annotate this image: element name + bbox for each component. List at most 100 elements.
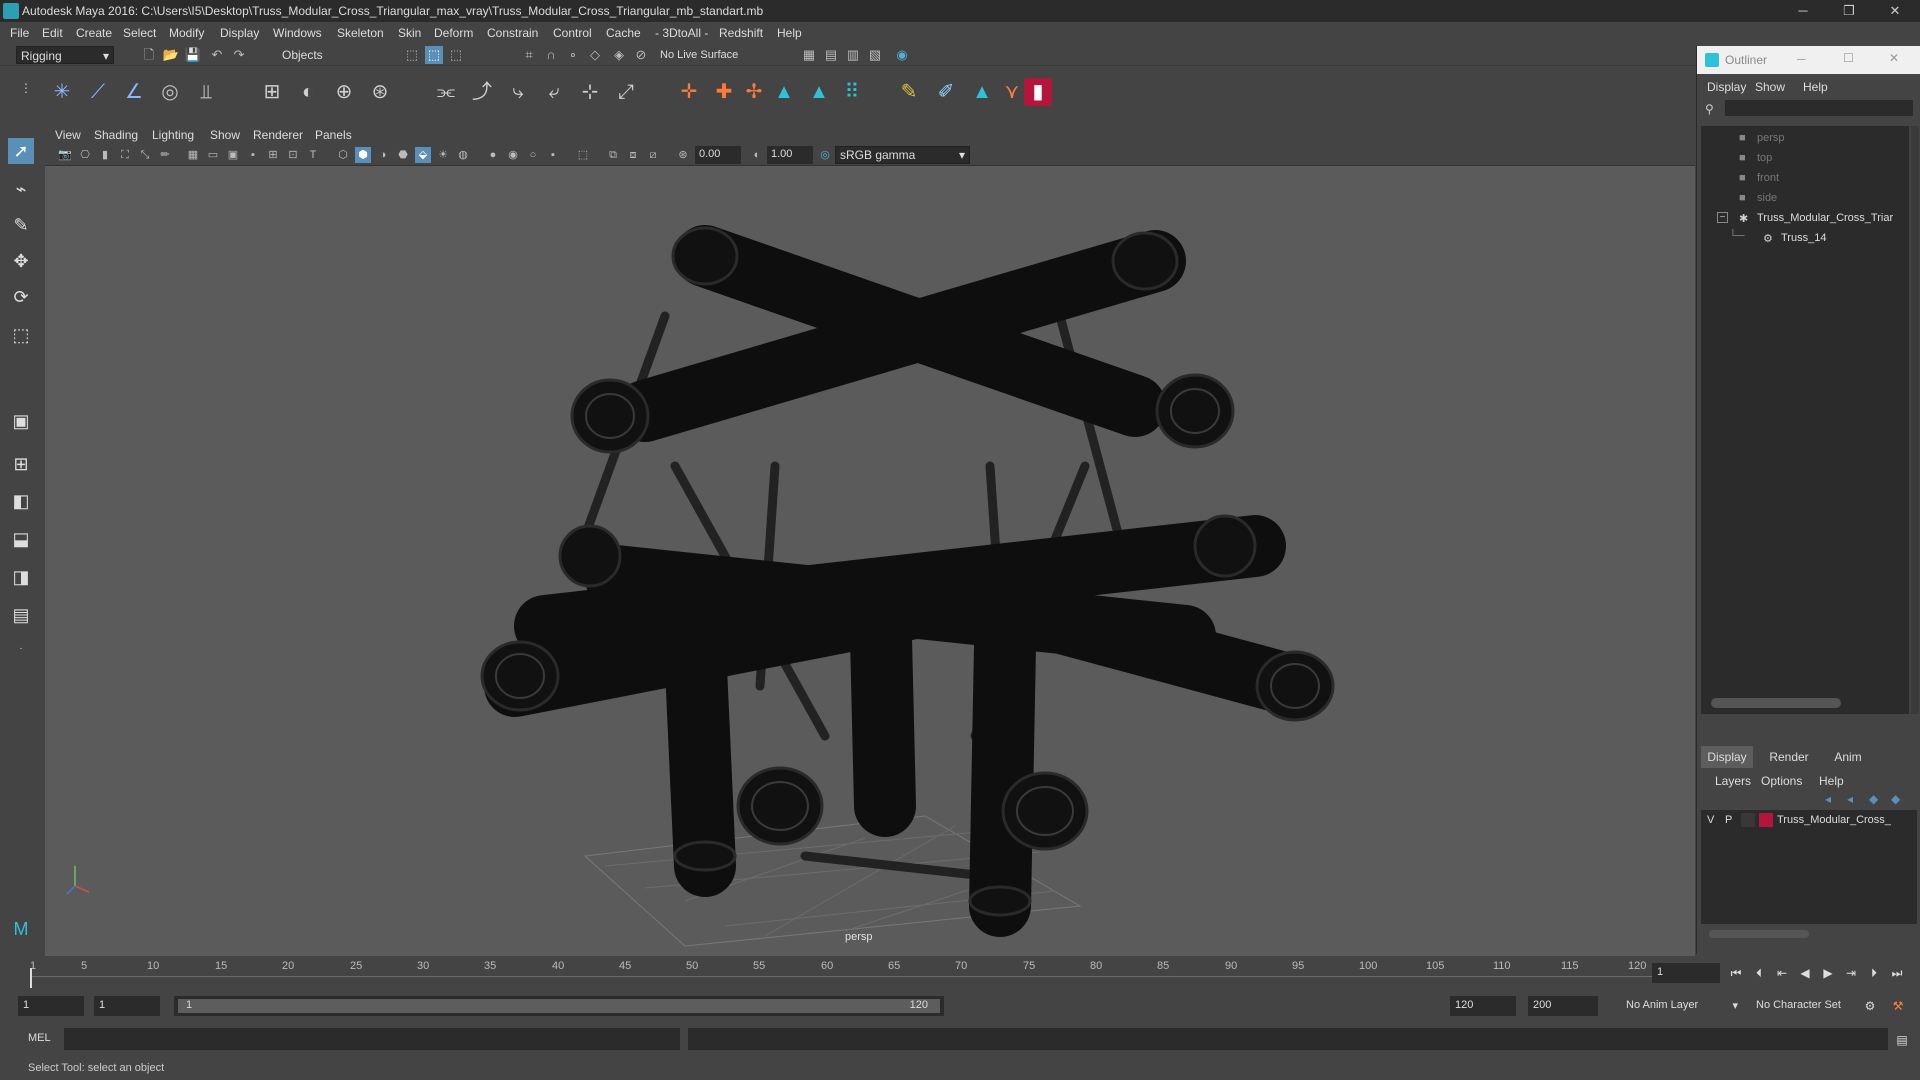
camera-select-icon[interactable]: 📷	[57, 147, 73, 163]
bind-skin-icon[interactable]: ⫘	[432, 78, 460, 106]
lasso-tool-icon[interactable]: ⌁	[8, 176, 34, 202]
joint-tool-icon[interactable]: ✳	[48, 78, 76, 106]
menu-constrain[interactable]: Constrain	[487, 26, 538, 40]
four-view-layout-icon[interactable]: ⊞	[8, 451, 34, 477]
multisample-aa-icon[interactable]: ◉	[505, 147, 521, 163]
current-frame-field[interactable]: 1	[1652, 963, 1720, 983]
render-current-icon[interactable]: ▤	[822, 46, 840, 64]
menu-create[interactable]: Create	[76, 26, 112, 40]
collapse-toggle-icon[interactable]: −	[1717, 212, 1728, 223]
smooth-bind-icon[interactable]: ⤴	[468, 78, 496, 106]
wireframe-icon[interactable]: ⬡	[335, 147, 351, 163]
select-component-icon[interactable]: ⬚	[447, 46, 465, 64]
move-tool-icon[interactable]: ✥	[8, 248, 34, 274]
grid-tool-icon[interactable]: ⠿	[838, 78, 866, 106]
hypershade-icon[interactable]: ◉	[893, 46, 911, 64]
close-button[interactable]: ✕	[1872, 0, 1918, 22]
viewport-menu-show[interactable]: Show	[210, 128, 240, 142]
menu-file[interactable]: File	[10, 26, 29, 40]
outliner-item-front[interactable]: front	[1757, 172, 1779, 184]
maximize-button[interactable]: ❐	[1826, 0, 1872, 22]
snap-surface-icon[interactable]: ◈	[610, 46, 628, 64]
backface-culling-icon[interactable]: ⧄	[645, 147, 661, 163]
grease-pencil-icon[interactable]: ✏	[157, 147, 173, 163]
outliner-item-persp[interactable]: persp	[1757, 132, 1785, 144]
camera-attributes-icon[interactable]: ⎔	[77, 147, 93, 163]
resolution-gate-icon[interactable]: ▣	[225, 147, 241, 163]
go-to-end-icon[interactable]: ⏭	[1889, 965, 1905, 981]
menu-3dtoall[interactable]: - 3DtoAll -	[655, 26, 708, 40]
range-slider-handle[interactable]: 1 120	[178, 999, 940, 1013]
layer-type-toggle[interactable]	[1741, 813, 1755, 827]
play-backwards-icon[interactable]: ◀	[1797, 965, 1813, 981]
parent-constraint-icon[interactable]: ✢	[740, 78, 768, 106]
wireframe-on-shaded-icon[interactable]: ◑	[375, 147, 391, 163]
outliner-item-group[interactable]: Truss_Modular_Cross_Triar	[1757, 212, 1893, 224]
3dtoall-render-icon[interactable]: ▲	[968, 78, 996, 106]
menu-skeleton[interactable]: Skeleton	[337, 26, 384, 40]
orient-joint-icon[interactable]: ⫫	[192, 78, 220, 106]
outliner-menu-show[interactable]: Show	[1755, 80, 1785, 94]
point-constraint-icon[interactable]: ✛	[675, 78, 703, 106]
layer-list[interactable]: V P Truss_Modular_Cross_	[1701, 810, 1917, 924]
layers-horizontal-scrollbar[interactable]	[1709, 930, 1809, 938]
color-management-icon[interactable]: ◎	[817, 147, 833, 163]
gate-mask-icon[interactable]: ▪	[245, 147, 261, 163]
3dtoall-icon[interactable]: ▲	[770, 78, 798, 106]
snap-point-icon[interactable]: ∘	[564, 46, 582, 64]
layer-playback-toggle[interactable]: P	[1725, 814, 1732, 826]
time-slider[interactable]: 1 5 10 15 20 25 30 35 40 45 50 55 60 65 …	[0, 956, 1920, 990]
layer-color-swatch[interactable]	[1759, 813, 1773, 827]
xray-joints-icon[interactable]: ⧉	[605, 147, 621, 163]
make-live-icon[interactable]: ⊘	[632, 46, 650, 64]
motion-blur-icon[interactable]: ●	[485, 147, 501, 163]
animation-start-field[interactable]: 1	[18, 996, 84, 1016]
tab-render[interactable]: Render	[1761, 746, 1817, 768]
anim-layer-dropdown[interactable]: No Anim Layer ▾	[1620, 996, 1740, 1016]
tab-anim[interactable]: Anim	[1823, 746, 1873, 768]
bookmark-icon[interactable]: ▮	[97, 147, 113, 163]
redshift-icon[interactable]: ⋎	[998, 78, 1026, 106]
view-transform-dropdown[interactable]: sRGB gamma ▾	[835, 146, 970, 164]
persp-outliner-layout-icon[interactable]: ◧	[8, 488, 34, 514]
script-editor-icon[interactable]: ▤	[1894, 1032, 1910, 1048]
ipr-render-icon[interactable]: ▥	[844, 46, 862, 64]
outliner-item-side[interactable]: side	[1757, 192, 1777, 204]
snap-grid-icon[interactable]: ⌗	[520, 46, 538, 64]
snap-view-plane-icon[interactable]: ◇	[586, 46, 604, 64]
exposure-field[interactable]: 0.00	[695, 146, 741, 164]
scale-tool-icon[interactable]: ⬚	[8, 322, 34, 348]
safe-action-icon[interactable]: ⊡	[285, 147, 301, 163]
minimize-button[interactable]: ─	[1780, 0, 1826, 22]
menu-edit[interactable]: Edit	[42, 26, 63, 40]
lattice-icon[interactable]: ⊞	[258, 78, 286, 106]
exposure-icon[interactable]: ⊛	[675, 147, 691, 163]
layout-options-icon[interactable]: ·	[8, 636, 34, 662]
influence-icon[interactable]: ⤶	[540, 78, 568, 106]
outliner-minimize-icon[interactable]: ─	[1797, 52, 1806, 66]
move-layer-up-icon[interactable]: ◂	[1825, 792, 1831, 806]
menu-redshift[interactable]: Redshift	[719, 26, 763, 40]
select-hierarchy-icon[interactable]: ⬚	[403, 46, 421, 64]
grid-icon[interactable]: ▦	[185, 147, 201, 163]
undo-icon[interactable]: ↶	[208, 46, 226, 64]
playback-end-field[interactable]: 120	[1450, 996, 1516, 1016]
selection-mode-dropdown[interactable]: Objects	[278, 46, 378, 64]
save-scene-icon[interactable]: 💾	[184, 46, 202, 64]
xray-icon[interactable]: ⬚	[575, 147, 591, 163]
3d-scene[interactable]	[45, 166, 1695, 956]
render-settings-icon[interactable]: ▦	[800, 46, 818, 64]
textured-icon[interactable]: ⬣	[395, 147, 411, 163]
viewport-menu-renderer[interactable]: Renderer	[253, 128, 303, 142]
new-layer-selected-icon[interactable]: ◆	[1891, 792, 1900, 806]
paint-weights-icon[interactable]: ⤷	[504, 78, 532, 106]
step-back-key-icon[interactable]: ⇤	[1774, 965, 1790, 981]
wrap-icon[interactable]: ⊕	[330, 78, 358, 106]
outliner-close-icon[interactable]: ✕	[1889, 51, 1899, 65]
character-set-dropdown[interactable]: No Character Set	[1750, 996, 1870, 1016]
select-object-icon[interactable]: ⬚	[425, 46, 443, 64]
single-perspective-layout-icon[interactable]: ▣	[8, 408, 34, 434]
layers-menu-help[interactable]: Help	[1819, 774, 1844, 788]
open-scene-icon[interactable]: 📂	[162, 46, 180, 64]
menu-modify[interactable]: Modify	[169, 26, 204, 40]
